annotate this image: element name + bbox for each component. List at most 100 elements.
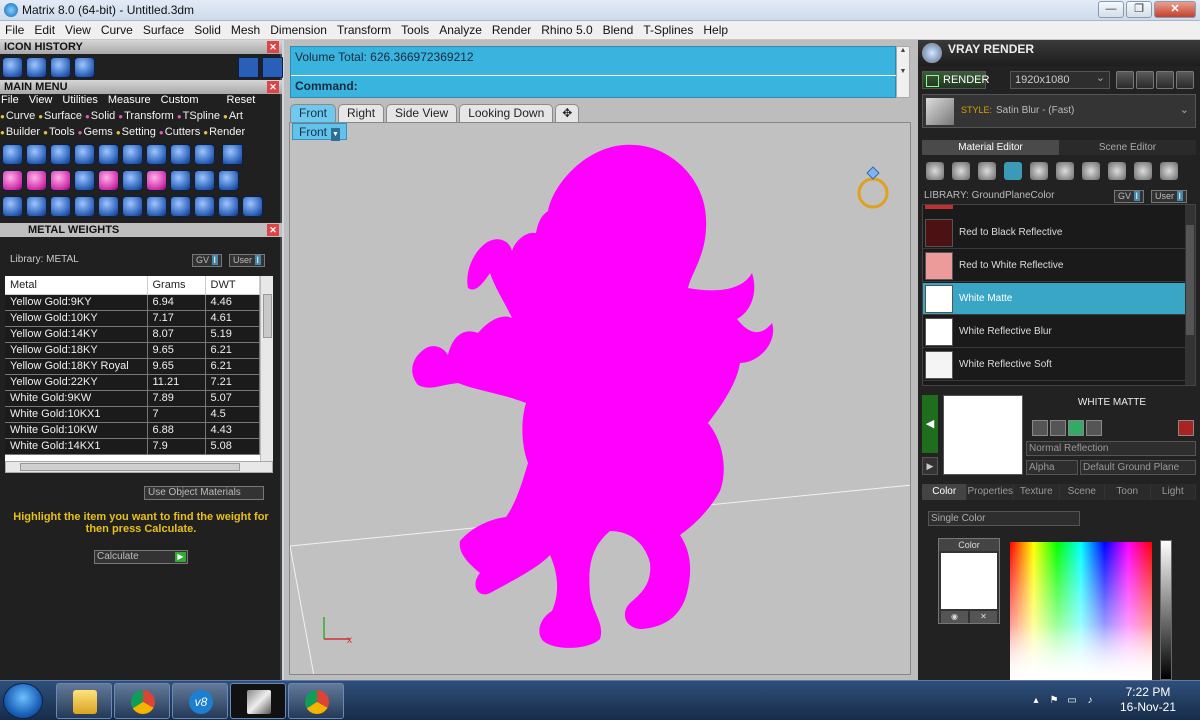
render-button[interactable]: RENDER — [922, 71, 989, 89]
tab-color[interactable]: Color — [922, 484, 968, 500]
maximize-button[interactable]: ❐ — [1126, 1, 1152, 18]
drop-icon[interactable] — [926, 162, 944, 180]
pattern-icon[interactable] — [1030, 162, 1048, 180]
mm-reset[interactable]: Reset — [227, 94, 256, 108]
mm-custom[interactable]: Custom — [161, 94, 199, 108]
table-row[interactable]: Yellow Gold:18KY Royal 9.65 6.21 — [5, 358, 260, 375]
cat-transform[interactable]: Transform — [118, 110, 174, 122]
flag-icon[interactable]: ⚑ — [1048, 695, 1060, 707]
select-tool-icon[interactable] — [218, 196, 239, 217]
table-row[interactable]: Yellow Gold:9KY 6.94 4.46 — [5, 294, 260, 311]
check-tool-icon[interactable] — [170, 170, 191, 191]
cat-tools[interactable]: Tools — [43, 126, 75, 138]
path-tool-icon[interactable] — [50, 196, 71, 217]
menu-solid[interactable]: Solid — [189, 21, 226, 39]
copy-icon[interactable] — [1050, 420, 1066, 436]
arc-tool-icon[interactable] — [74, 170, 95, 191]
hand-icon[interactable] — [1134, 162, 1152, 180]
column-header-grams[interactable]: Grams — [147, 276, 206, 295]
close-icon[interactable]: ✕ — [267, 224, 279, 236]
gv-toggle[interactable]: GV I — [1114, 190, 1145, 203]
preview-expand[interactable]: ▶ — [922, 457, 938, 475]
show-hidden-icon[interactable]: ▴ — [1030, 695, 1042, 707]
column-header-dwt[interactable]: DWT — [205, 276, 260, 295]
link-tool-icon[interactable] — [122, 170, 143, 191]
color-mode-dropdown[interactable]: Single Color — [928, 511, 1080, 526]
grid-tool-icon[interactable] — [98, 170, 119, 191]
cat-curve[interactable]: Curve — [0, 110, 35, 122]
mirror-tool-icon[interactable] — [170, 144, 191, 165]
gv-toggle[interactable]: GV I — [192, 254, 223, 267]
scale-tool-icon[interactable] — [122, 144, 143, 165]
list-item[interactable]: White Reflective Blur — [923, 316, 1185, 348]
plus-tool-icon[interactable] — [2, 170, 23, 191]
move-tool-icon[interactable] — [98, 196, 119, 217]
tab-side-view[interactable]: Side View — [386, 104, 458, 122]
menu-file[interactable]: File — [0, 21, 29, 39]
menu-analyze[interactable]: Analyze — [434, 21, 487, 39]
chrome-taskbar-button[interactable] — [114, 683, 170, 719]
history-icon-4[interactable] — [74, 57, 95, 78]
table-row[interactable]: Yellow Gold:22KY 11.21 7.21 — [5, 374, 260, 391]
menu-blend[interactable]: Blend — [598, 21, 639, 39]
save-icon[interactable] — [1032, 420, 1048, 436]
panel-tool-icon[interactable] — [222, 144, 243, 165]
cat-setting[interactable]: Setting — [116, 126, 156, 138]
gem-tool-icon[interactable] — [74, 144, 95, 165]
minus-tool-icon[interactable] — [50, 170, 71, 191]
tab-scene-editor[interactable]: Scene Editor — [1059, 140, 1196, 155]
menu-surface[interactable]: Surface — [138, 21, 189, 39]
cat-art[interactable]: Art — [223, 110, 243, 122]
brightness-slider[interactable] — [1160, 540, 1172, 680]
start-button[interactable] — [3, 683, 43, 719]
menu-tsplines[interactable]: T-Splines — [638, 21, 698, 39]
cat-tspline[interactable]: TSpline — [177, 110, 220, 122]
add-tab-icon[interactable]: ✥ — [555, 104, 580, 122]
table-row[interactable]: Yellow Gold:14KY 8.07 5.19 — [5, 326, 260, 343]
alpha-field[interactable]: Alpha — [1026, 460, 1078, 475]
rewind-icon[interactable] — [1116, 71, 1134, 89]
bars-tool-icon[interactable] — [74, 196, 95, 217]
style-selector[interactable]: STYLE: Satin Blur - (Fast) ⌄ — [922, 94, 1196, 128]
tab-properties[interactable]: Properties — [967, 484, 1015, 500]
network-icon[interactable]: ▭ — [1066, 695, 1078, 707]
list-item[interactable]: White Reflective Soft — [923, 349, 1185, 381]
scroll-thumb[interactable] — [263, 294, 272, 338]
refresh-icon[interactable] — [1178, 420, 1194, 436]
leaf-icon[interactable] — [1108, 162, 1126, 180]
matrix-taskbar-button[interactable] — [230, 683, 286, 719]
history-icon-1[interactable] — [2, 57, 23, 78]
points-tool-icon[interactable] — [2, 196, 23, 217]
sphere-icon[interactable] — [978, 162, 996, 180]
table-row[interactable]: White Gold:10KX1 7 4.5 — [5, 406, 260, 423]
freeform-tool-icon[interactable] — [26, 144, 47, 165]
cat-builder[interactable]: Builder — [0, 126, 40, 138]
mm-view[interactable]: View — [29, 94, 53, 108]
minimize-button[interactable]: — — [1098, 1, 1124, 18]
menu-mesh[interactable]: Mesh — [226, 21, 265, 39]
use-object-materials-dropdown[interactable]: Use Object Materials — [144, 486, 264, 500]
tab-texture[interactable]: Texture — [1014, 484, 1060, 500]
box-tool-icon[interactable] — [170, 196, 191, 217]
bulb-icon[interactable] — [1160, 162, 1178, 180]
arrow-left-icon[interactable] — [238, 57, 259, 78]
menu-tools[interactable]: Tools — [396, 21, 434, 39]
history-icon-3[interactable] — [50, 57, 71, 78]
curve-tool-icon[interactable] — [26, 196, 47, 217]
list-item[interactable]: Red to Black Reflective — [923, 217, 1185, 249]
menu-dimension[interactable]: Dimension — [265, 21, 332, 39]
explorer-taskbar-button[interactable] — [56, 683, 112, 719]
grid-view-icon[interactable] — [1156, 71, 1174, 89]
grid-icon[interactable] — [1056, 162, 1074, 180]
user-toggle[interactable]: User I — [1151, 190, 1188, 203]
list-item[interactable]: Red to White Reflective — [923, 250, 1185, 282]
resolution-dropdown[interactable]: 1920x1080 — [1010, 70, 1110, 89]
mm-utilities[interactable]: Utilities — [62, 94, 97, 108]
ring-circle-icon[interactable] — [242, 196, 263, 217]
clear-icon[interactable]: ✕ — [970, 611, 997, 623]
sphere-tool-icon[interactable] — [218, 170, 239, 191]
menu-help[interactable]: Help — [698, 21, 733, 39]
flip-tool-icon[interactable] — [194, 144, 215, 165]
calculate-button[interactable]: Calculate ▶ — [94, 550, 188, 564]
table-row[interactable]: White Gold:14KX1 7.9 5.08 — [5, 438, 260, 455]
